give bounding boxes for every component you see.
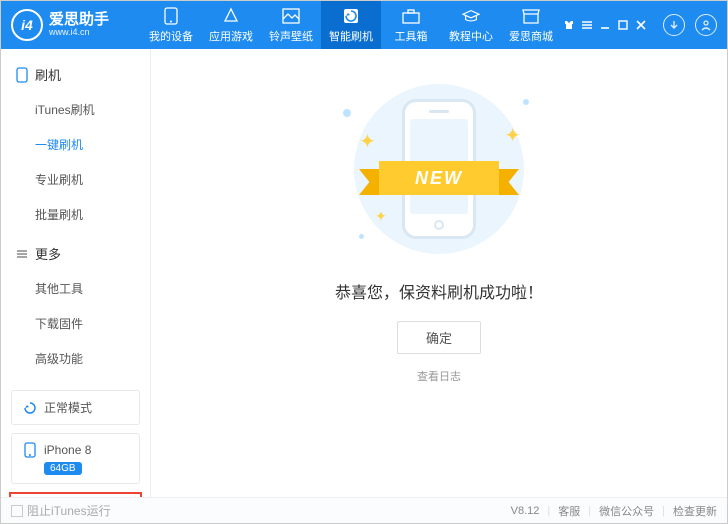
wechat-link[interactable]: 微信公众号	[599, 503, 654, 519]
store-icon	[522, 7, 540, 25]
sidebar-group-flash[interactable]: 刷机	[1, 59, 150, 90]
sidebar-item-other-tools[interactable]: 其他工具	[35, 271, 150, 306]
tab-label: 智能刷机	[329, 28, 373, 44]
tab-label: 我的设备	[149, 28, 193, 44]
support-link[interactable]: 客服	[558, 503, 580, 519]
device-box[interactable]: iPhone 8 64GB	[11, 433, 140, 484]
tab-tutorial[interactable]: 教程中心	[441, 1, 501, 49]
content: ✦ ✦ ✦ NEW 恭喜您，保资料刷机成功啦！ 确定 查看日志	[151, 49, 727, 497]
tab-label: 工具箱	[395, 28, 428, 44]
sidebar-item-itunes-flash[interactable]: iTunes刷机	[35, 92, 150, 127]
storage-badge: 64GB	[44, 462, 82, 475]
sidebar-item-pro-flash[interactable]: 专业刷机	[35, 162, 150, 197]
more-icon	[15, 247, 29, 261]
maximize-icon[interactable]	[617, 19, 629, 31]
body: 刷机 iTunes刷机 一键刷机 专业刷机 批量刷机 更多 其他工具 下载固件 …	[1, 49, 727, 497]
image-icon	[282, 7, 300, 25]
confirm-button[interactable]: 确定	[397, 321, 481, 354]
refresh-icon	[22, 400, 38, 416]
device-phone-icon	[22, 442, 38, 458]
sidebar-group-more[interactable]: 更多	[1, 238, 150, 269]
user-button[interactable]	[695, 14, 717, 36]
success-illustration: ✦ ✦ ✦ NEW	[329, 79, 549, 259]
sidebar-list-flash: iTunes刷机 一键刷机 专业刷机 批量刷机	[35, 92, 150, 232]
block-itunes-label: 阻止iTunes运行	[27, 502, 111, 519]
download-button[interactable]	[663, 14, 685, 36]
menu-icon[interactable]	[581, 19, 593, 31]
toolbox-icon	[402, 7, 420, 25]
view-log-link[interactable]: 查看日志	[417, 368, 461, 384]
education-icon	[462, 7, 480, 25]
flash-icon	[342, 7, 360, 25]
sidebar-item-download-fw[interactable]: 下载固件	[35, 306, 150, 341]
brand-text: 爱思助手 www.i4.cn	[49, 12, 109, 38]
group-title: 刷机	[35, 65, 61, 84]
sidebar-item-batch-flash[interactable]: 批量刷机	[35, 197, 150, 232]
star-icon: ✦	[359, 129, 376, 154]
window-controls	[563, 14, 717, 36]
logo-icon: i4	[11, 9, 43, 41]
tab-label: 铃声壁纸	[269, 28, 313, 44]
sidebar: 刷机 iTunes刷机 一键刷机 专业刷机 批量刷机 更多 其他工具 下载固件 …	[1, 49, 151, 497]
success-message: 恭喜您，保资料刷机成功啦！	[335, 279, 543, 303]
block-itunes-checkbox[interactable]: 阻止iTunes运行	[11, 502, 111, 519]
ribbon-text: NEW	[379, 161, 499, 195]
app-window: i4 爱思助手 www.i4.cn 我的设备 应用游戏 铃声壁纸 智能刷机	[0, 0, 728, 524]
sidebar-list-more: 其他工具 下载固件 高级功能	[35, 271, 150, 376]
apps-icon	[222, 7, 240, 25]
tab-label: 爱思商城	[509, 28, 553, 44]
tab-flash[interactable]: 智能刷机	[321, 1, 381, 49]
star-icon: ✦	[504, 123, 521, 148]
sidebar-item-oneclick-flash[interactable]: 一键刷机	[35, 127, 150, 162]
footer: 阻止iTunes运行 V8.12 | 客服 | 微信公众号 | 检查更新	[1, 497, 727, 523]
group-title: 更多	[35, 244, 61, 263]
brand: i4 爱思助手 www.i4.cn	[11, 9, 141, 41]
minimize-icon[interactable]	[599, 19, 611, 31]
main-tabs: 我的设备 应用游戏 铃声壁纸 智能刷机 工具箱 教程中心	[141, 1, 563, 49]
skin-icon[interactable]	[563, 19, 575, 31]
mode-box[interactable]: 正常模式	[11, 390, 140, 425]
tab-store[interactable]: 爱思商城	[501, 1, 561, 49]
tab-toolbox[interactable]: 工具箱	[381, 1, 441, 49]
star-icon: ✦	[375, 208, 387, 225]
version-label: V8.12	[511, 505, 540, 517]
tab-apps[interactable]: 应用游戏	[201, 1, 261, 49]
titlebar: i4 爱思助手 www.i4.cn 我的设备 应用游戏 铃声壁纸 智能刷机	[1, 1, 727, 49]
tab-my-device[interactable]: 我的设备	[141, 1, 201, 49]
brand-name: 爱思助手	[49, 12, 109, 29]
new-ribbon: NEW	[359, 161, 519, 201]
tab-label: 应用游戏	[209, 28, 253, 44]
phone-icon	[162, 7, 180, 25]
mode-label: 正常模式	[44, 399, 92, 416]
tab-label: 教程中心	[449, 28, 493, 44]
device-name: iPhone 8	[44, 443, 91, 457]
tab-ringtone[interactable]: 铃声壁纸	[261, 1, 321, 49]
update-link[interactable]: 检查更新	[673, 503, 717, 519]
close-icon[interactable]	[635, 19, 647, 31]
sidebar-item-advanced[interactable]: 高级功能	[35, 341, 150, 376]
brand-url: www.i4.cn	[49, 28, 109, 38]
phone-icon	[15, 68, 29, 82]
